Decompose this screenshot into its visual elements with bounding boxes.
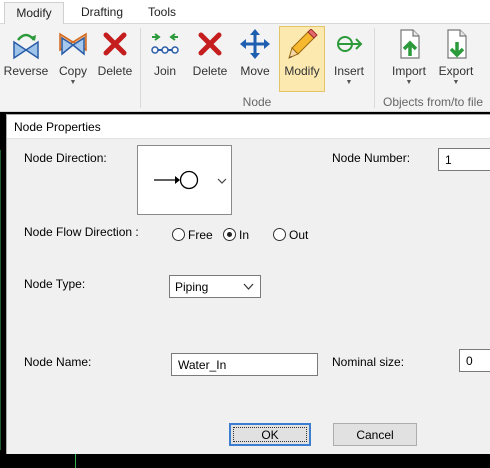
node-name-input[interactable]: Water_In [171, 353, 318, 376]
radio-circle-icon [273, 228, 286, 241]
insert-node-icon [337, 36, 363, 52]
cancel-button[interactable]: Cancel [333, 423, 417, 446]
join-icon [151, 33, 179, 54]
chevron-down-icon [243, 283, 254, 290]
copy-label: Copy [58, 64, 87, 78]
focus-rectangle [233, 427, 307, 442]
join-label: Join [153, 64, 176, 78]
reverse-label: Reverse [3, 64, 49, 78]
insert-label: Insert [333, 64, 364, 78]
ribbon-group-objects-label: Objects from/to file [382, 95, 484, 109]
move-label: Move [240, 64, 270, 78]
ribbon-tab-bar: Modify Drafting Tools [0, 0, 490, 25]
import-label: Import [391, 64, 426, 78]
modify-button[interactable]: Modify [279, 26, 325, 92]
node-name-label: Node Name: [24, 355, 92, 369]
export-dropdown-icon[interactable]: ▼ [433, 79, 479, 86]
insert-dropdown-icon[interactable]: ▼ [328, 79, 370, 86]
export-label: Export [438, 64, 474, 78]
delete-x-icon [103, 32, 127, 56]
node-type-value: Piping [175, 280, 209, 294]
move-arrows-icon [240, 29, 270, 59]
export-file-icon [447, 29, 467, 59]
copy-icon [59, 32, 87, 56]
dialog-title: Node Properties [7, 115, 490, 139]
flow-in-radio[interactable]: In [223, 227, 258, 243]
ribbon-separator [374, 28, 375, 108]
pencil-icon [288, 29, 318, 59]
reverse-button[interactable]: Reverse [2, 26, 50, 88]
modify-label: Modify [284, 64, 320, 78]
join-button[interactable]: Join [144, 26, 186, 88]
import-file-icon [400, 29, 420, 59]
node-direction-selector[interactable] [137, 145, 232, 215]
node-direction-label: Node Direction: [24, 151, 107, 165]
tab-tools[interactable]: Tools [136, 2, 188, 25]
node-number-label: Node Number: [332, 151, 411, 165]
import-dropdown-icon[interactable]: ▼ [386, 79, 432, 86]
delete-x-icon [198, 32, 222, 56]
ribbon: Reverse Copy ▼ Delete Join Delete Move M… [0, 24, 490, 112]
flow-out-radio[interactable]: Out [273, 227, 313, 243]
node-number-field[interactable]: 1 [438, 148, 490, 171]
node-type-select[interactable]: Piping [169, 275, 261, 298]
delete-node-button[interactable]: Delete [188, 26, 232, 88]
flow-in-label: In [239, 228, 250, 242]
insert-button[interactable]: Insert ▼ [328, 26, 370, 88]
tab-modify[interactable]: Modify [4, 2, 64, 25]
copy-dropdown-icon[interactable]: ▼ [52, 79, 94, 86]
tab-drafting[interactable]: Drafting [72, 2, 132, 25]
ribbon-group-node-label: Node [242, 95, 272, 109]
radio-circle-icon [172, 228, 185, 241]
ok-button[interactable]: OK [229, 423, 311, 446]
nominal-size-label: Nominal size: [332, 355, 405, 369]
move-button[interactable]: Move [234, 26, 276, 88]
nominal-size-field[interactable]: 0 [459, 349, 490, 372]
radio-selected-icon [223, 228, 236, 241]
flow-free-radio[interactable]: Free [172, 227, 217, 243]
reverse-icon [13, 33, 39, 60]
import-button[interactable]: Import ▼ [386, 26, 432, 88]
node-direction-preview-icon [154, 170, 227, 190]
node-properties-dialog: Node Properties Node Direction: Node Num… [6, 114, 490, 454]
node-flow-direction-label: Node Flow Direction : [24, 225, 139, 239]
canvas-grid-mark [0, 150, 1, 450]
delete-label: Delete [97, 64, 133, 78]
delete-button[interactable]: Delete [94, 26, 136, 88]
node-type-label: Node Type: [24, 277, 86, 291]
copy-button[interactable]: Copy ▼ [52, 26, 94, 88]
delete-node-label: Delete [192, 64, 228, 78]
canvas-grid-mark [75, 454, 76, 468]
flow-free-label: Free [188, 228, 213, 242]
flow-out-label: Out [289, 228, 309, 242]
export-button[interactable]: Export ▼ [433, 26, 479, 88]
cancel-label: Cancel [356, 427, 394, 442]
